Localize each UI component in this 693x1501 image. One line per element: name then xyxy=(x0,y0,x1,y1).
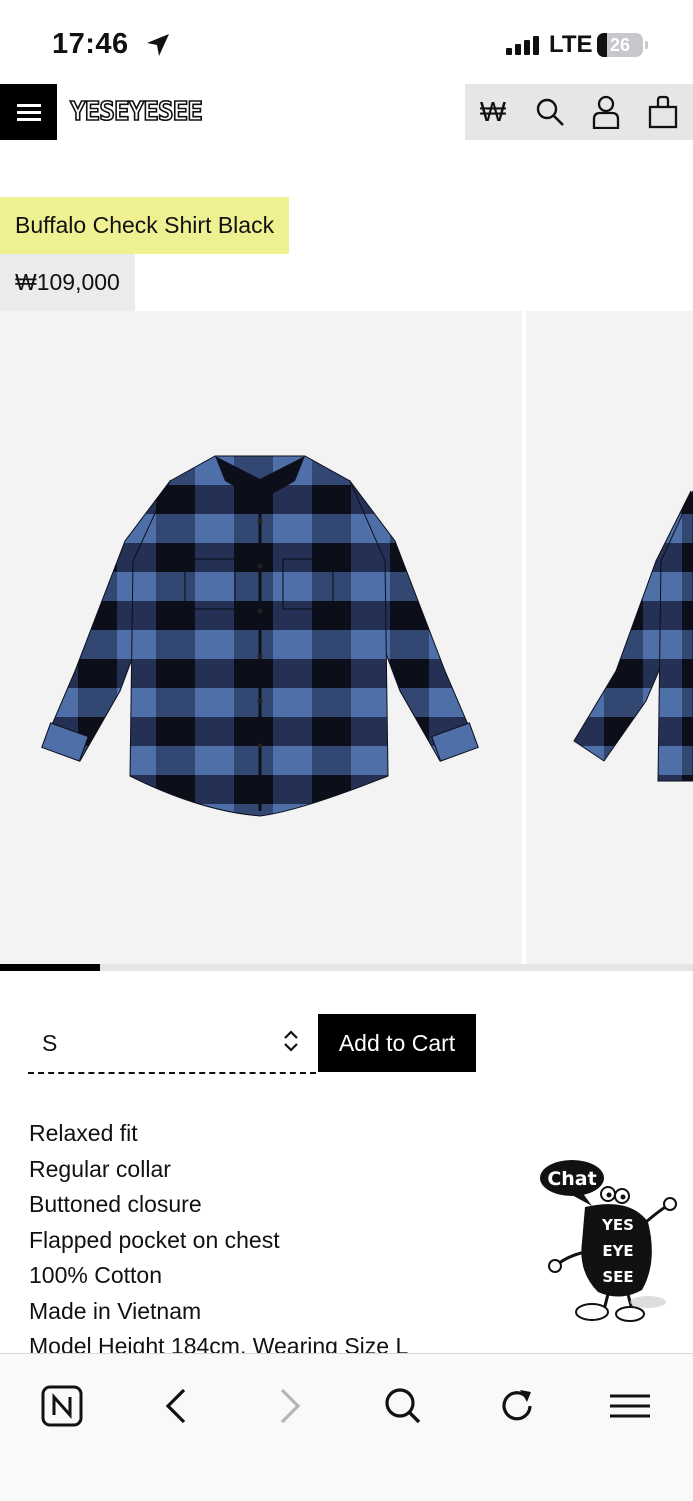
status-time: 17:46 xyxy=(52,28,129,60)
network-label: LTE xyxy=(549,31,593,58)
description-line: Buttoned closure xyxy=(29,1191,202,1217)
battery-icon: 26 xyxy=(597,33,643,57)
forward-icon xyxy=(280,1388,301,1424)
account-button[interactable] xyxy=(578,84,634,140)
signal-icon xyxy=(506,36,539,55)
shirt-image-back xyxy=(573,490,693,782)
chat-mascot-icon: Chat YES EYE SEE xyxy=(540,1160,677,1322)
site-logo[interactable]: YESEYESEE xyxy=(69,96,203,128)
product-title: Buffalo Check Shirt Black xyxy=(0,197,290,254)
back-button[interactable] xyxy=(146,1376,206,1436)
description-line: Model Height 184cm, Wearing Size L xyxy=(29,1333,409,1353)
product-gallery[interactable] xyxy=(0,311,693,964)
size-value: S xyxy=(42,1030,58,1056)
header-tools: ₩ xyxy=(465,84,693,140)
description-line: 100% Cotton xyxy=(29,1262,162,1288)
user-icon xyxy=(592,95,620,129)
menu-icon xyxy=(610,1394,650,1418)
status-bar: 17:46 LTE 26 xyxy=(0,0,693,84)
naver-icon xyxy=(41,1385,83,1427)
add-to-cart-button[interactable]: Add to Cart xyxy=(318,1014,476,1072)
svg-text:SEE: SEE xyxy=(602,1268,633,1286)
search-icon xyxy=(385,1388,421,1424)
product-price: ₩109,000 xyxy=(0,254,135,311)
description-line: Made in Vietnam xyxy=(29,1297,202,1324)
svg-text:YES: YES xyxy=(601,1216,634,1234)
chat-button[interactable]: Chat YES EYE SEE xyxy=(530,1152,680,1327)
back-icon xyxy=(165,1388,186,1424)
reload-button[interactable] xyxy=(487,1376,547,1436)
battery-level: 26 xyxy=(609,35,631,55)
size-select[interactable]: S xyxy=(28,1014,316,1074)
description-line: Flapped pocket on chest xyxy=(29,1226,280,1253)
product-description: Relaxed fit Regular collar Buttoned clos… xyxy=(29,1116,499,1353)
gallery-slide-2[interactable] xyxy=(526,311,693,964)
chat-label: Chat xyxy=(547,1168,596,1190)
location-arrow-icon xyxy=(147,34,169,56)
battery-tip xyxy=(645,41,648,49)
browser-search-button[interactable] xyxy=(373,1376,433,1436)
chevron-updown-icon xyxy=(284,1030,298,1052)
shirt-image xyxy=(41,455,479,817)
gallery-progress-fill xyxy=(0,964,101,971)
bag-icon xyxy=(648,95,678,129)
browser-toolbar xyxy=(0,1353,693,1501)
svg-text:EYE: EYE xyxy=(602,1242,633,1260)
naver-home-button[interactable] xyxy=(32,1376,92,1436)
currency-button[interactable]: ₩ xyxy=(465,84,521,140)
menu-button[interactable] xyxy=(0,84,57,140)
forward-button[interactable] xyxy=(260,1376,320,1436)
description-line: Relaxed fit xyxy=(29,1120,138,1146)
search-icon xyxy=(536,98,564,126)
browser-menu-button[interactable] xyxy=(600,1376,660,1436)
gallery-slide-1[interactable] xyxy=(0,311,522,964)
cart-button[interactable] xyxy=(635,84,691,140)
gallery-progress xyxy=(0,964,693,971)
description-line: Regular collar xyxy=(29,1155,171,1182)
reload-icon xyxy=(502,1390,532,1421)
search-button[interactable] xyxy=(522,84,578,140)
